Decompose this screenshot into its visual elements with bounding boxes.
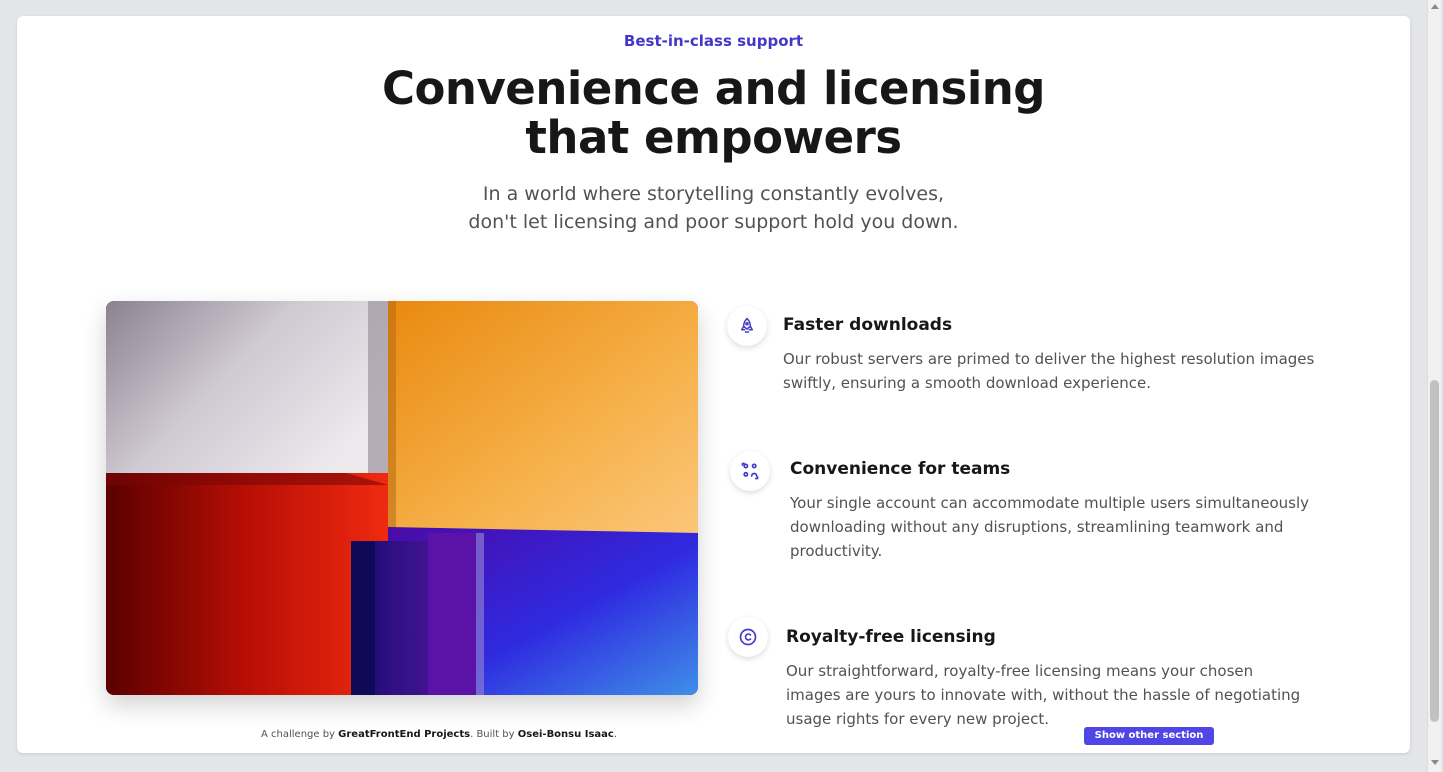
- show-other-section-button[interactable]: Show other section: [1084, 727, 1214, 745]
- title-line-1: Convenience and licensing: [381, 62, 1046, 115]
- feature-description: Your single account can accommodate mult…: [790, 494, 1310, 560]
- attribution-footer: A challenge by GreatFrontEnd Projects. B…: [261, 729, 617, 740]
- feature-title: Faster downloads: [783, 315, 953, 335]
- footer-prefix: A challenge by: [261, 729, 339, 740]
- copyright-icon: [728, 617, 768, 657]
- content-card: Best-in-class support Convenience and li…: [17, 16, 1410, 753]
- scroll-up-arrow-icon[interactable]: [1431, 4, 1439, 9]
- footer-suffix: .: [613, 729, 618, 740]
- hero-image: [106, 301, 698, 695]
- footer-author-link[interactable]: Osei-Bonsu Isaac: [518, 729, 614, 740]
- team-icon: [730, 451, 770, 491]
- scroll-down-arrow-icon[interactable]: [1431, 760, 1439, 765]
- abstract-blocks-image: [106, 301, 698, 695]
- subtitle-line-1: In a world where storytelling constantly…: [482, 183, 945, 205]
- scrollbar-thumb[interactable]: [1430, 380, 1439, 722]
- footer-middle: . Built by: [470, 729, 518, 740]
- feature-description: Our straightforward, royalty-free licens…: [786, 662, 1301, 728]
- page-title: Convenience and licensing that empowers: [17, 64, 1410, 162]
- footer-brand-link[interactable]: GreatFrontEnd Projects: [338, 729, 470, 740]
- feature-title: Royalty-free licensing: [786, 627, 996, 647]
- page-subtitle: In a world where storytelling constantly…: [17, 180, 1410, 236]
- feature-description: Our robust servers are primed to deliver…: [783, 350, 1315, 392]
- rocket-icon: [727, 306, 767, 346]
- feature-title: Convenience for teams: [790, 459, 1011, 479]
- title-line-2: that empowers: [525, 111, 902, 164]
- section-tag: Best-in-class support: [623, 32, 804, 50]
- subtitle-line-2: don't let licensing and poor support hol…: [468, 211, 959, 233]
- page-scrollbar[interactable]: [1427, 0, 1441, 772]
